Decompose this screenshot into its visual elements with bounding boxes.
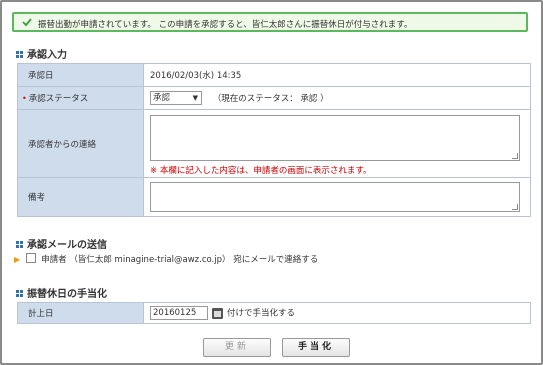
check-icon — [22, 18, 32, 27]
approval-status-select[interactable]: 承認 ▼ — [150, 91, 202, 105]
posting-date-cell: 20160125 付けで手当化する — [143, 302, 531, 324]
resize-grip-icon[interactable] — [512, 204, 518, 210]
mail-option-row: ▶ 申請者 （皆仁太郎 minagine-trial@awz.co.jp） 宛にメ… — [14, 253, 318, 265]
compensation-form-table: 計上日 20160125 付けで手当化する — [17, 302, 531, 324]
approval-date-value: 2016/02/03(水) 14:35 — [143, 63, 531, 87]
remarks-cell — [143, 177, 531, 217]
posting-date-label: 計上日 — [17, 302, 144, 324]
update-button[interactable]: 更新 — [203, 338, 271, 357]
resize-grip-icon[interactable] — [512, 152, 518, 159]
success-banner: 振替出勤が申請されています。 この申請を承認すると、皆仁太郎さんに振替休日が付与… — [12, 12, 528, 32]
current-status-text: （現在のステータス： 承認 ） — [212, 93, 329, 104]
notify-applicant-checkbox[interactable] — [26, 253, 37, 263]
dropdown-arrow-icon: ▼ — [192, 94, 198, 102]
approver-contact-textarea[interactable] — [150, 114, 520, 161]
posting-date-input[interactable]: 20160125 — [150, 306, 208, 320]
posting-date-suffix: 付けで手当化する — [227, 308, 296, 319]
arrow-right-icon: ▶ — [14, 255, 21, 264]
section-title-mail: 承認メールの送信 — [16, 236, 107, 251]
section-title-compensation: 振替休日の手当化 — [16, 285, 107, 300]
approver-contact-label: 承認者からの連絡 — [17, 109, 144, 178]
approval-status-label: • 承認ステータス — [17, 86, 144, 110]
approval-form-table: 承認日 2016/02/03(水) 14:35 • 承認ステータス 承認 ▼ （現在… — [17, 63, 531, 217]
remarks-label: 備考 — [17, 177, 144, 217]
banner-message: 振替出勤が申請されています。 この申請を承認すると、皆仁太郎さんに振替休日が付与… — [38, 20, 413, 30]
section-grid-icon — [16, 51, 24, 59]
dialog-frame: 振替出勤が申請されています。 この申請を承認すると、皆仁太郎さんに振替休日が付与… — [0, 0, 543, 365]
section-title-approval: 承認入力 — [16, 46, 67, 61]
remarks-textarea[interactable] — [150, 182, 520, 212]
approval-status-cell: 承認 ▼ （現在のステータス： 承認 ） — [143, 86, 531, 110]
notify-applicant-label[interactable]: 申請者 （皆仁太郎 minagine-trial@awz.co.jp） 宛にメー… — [41, 255, 318, 265]
required-mark: • — [22, 94, 27, 103]
contact-note: ※ 本欄に記入した内容は、申請者の画面に表示されます。 — [150, 165, 372, 176]
calendar-icon[interactable] — [212, 307, 223, 319]
allowance-button[interactable]: 手当化 — [282, 338, 350, 357]
section-grid-icon — [16, 290, 24, 298]
approver-contact-cell: ※ 本欄に記入した内容は、申請者の画面に表示されます。 — [143, 109, 531, 178]
approval-date-label: 承認日 — [17, 63, 144, 87]
section-grid-icon — [16, 241, 24, 249]
